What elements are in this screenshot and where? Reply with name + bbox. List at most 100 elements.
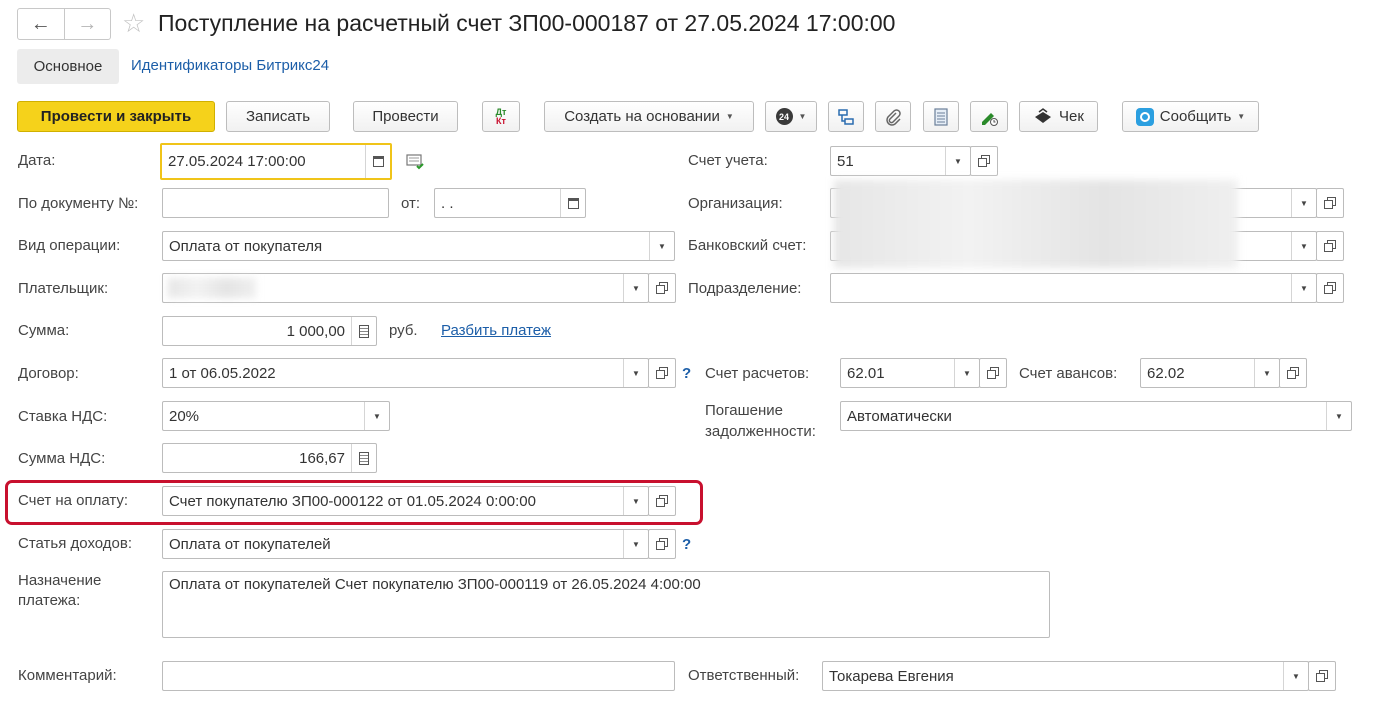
badge-24-button[interactable]: 24 ▼ — [765, 101, 817, 132]
calculator-icon[interactable] — [351, 317, 376, 345]
operation-type-select[interactable]: Оплата от покупателя ▼ — [162, 231, 675, 261]
structure-button[interactable] — [828, 101, 864, 132]
chevron-down-icon[interactable]: ▼ — [623, 359, 648, 387]
division-select[interactable]: ▼ — [830, 273, 1317, 303]
star-icon[interactable]: ☆ — [122, 8, 145, 38]
bank-account-open-button[interactable] — [1316, 231, 1344, 261]
advance-account-open-button[interactable] — [1279, 358, 1307, 388]
settlement-account-value: 62.01 — [847, 364, 885, 382]
post-button[interactable]: Провести — [353, 101, 458, 132]
income-item-help-icon[interactable]: ? — [682, 536, 691, 553]
nav-buttons: ← → — [17, 8, 111, 40]
arrow-left-icon[interactable]: ← — [18, 9, 64, 39]
settlement-account-select[interactable]: 62.01 ▼ — [840, 358, 980, 388]
payer-label: Плательщик: — [18, 280, 109, 297]
calculator-icon[interactable] — [351, 444, 376, 472]
advance-account-value: 62.02 — [1147, 364, 1185, 382]
debt-repayment-label-line2: задолженности: — [705, 423, 816, 440]
responsible-open-button[interactable] — [1308, 661, 1336, 691]
organization-label: Организация: — [688, 195, 783, 212]
invoice-label: Счет на оплату: — [18, 492, 129, 509]
invoice-value: Счет покупателю ЗП00-000122 от 01.05.202… — [169, 492, 536, 510]
open-icon — [987, 367, 999, 379]
payment-purpose-textarea[interactable]: Оплата от покупателей Счет покупателю ЗП… — [162, 571, 1050, 638]
chevron-down-icon[interactable]: ▼ — [954, 359, 979, 387]
division-open-button[interactable] — [1316, 273, 1344, 303]
contract-select[interactable]: 1 от 06.05.2022 ▼ — [162, 358, 649, 388]
advance-account-select[interactable]: 62.02 ▼ — [1140, 358, 1280, 388]
badge-24-icon: 24 — [775, 108, 793, 125]
arrow-right-icon[interactable]: → — [63, 9, 111, 39]
organization-open-button[interactable] — [1316, 188, 1344, 218]
chevron-down-icon[interactable]: ▼ — [1283, 662, 1308, 690]
calendar-icon[interactable] — [365, 145, 390, 178]
open-icon — [978, 155, 990, 167]
account-open-button[interactable] — [970, 146, 998, 176]
vat-rate-select[interactable]: 20% ▼ — [162, 401, 390, 431]
chevron-down-icon[interactable]: ▼ — [1254, 359, 1279, 387]
chevron-down-icon[interactable]: ▼ — [1291, 189, 1316, 217]
vat-amount-label: Сумма НДС: — [18, 450, 106, 467]
chevron-down-icon[interactable]: ▼ — [945, 147, 970, 175]
comment-input[interactable] — [162, 661, 675, 691]
debt-repayment-select[interactable]: Автоматически ▼ — [840, 401, 1352, 431]
post-and-close-button[interactable]: Провести и закрыть — [17, 101, 215, 132]
split-payment-link[interactable]: Разбить платеж — [441, 322, 551, 339]
chevron-down-icon[interactable]: ▼ — [1326, 402, 1351, 430]
edit-history-button[interactable] — [970, 101, 1008, 132]
contract-label: Договор: — [18, 365, 79, 382]
debt-repayment-value: Автоматически — [847, 407, 952, 425]
chevron-down-icon[interactable]: ▼ — [623, 274, 648, 302]
vat-amount-input[interactable]: 166,67 — [162, 443, 377, 473]
tab-main[interactable]: Основное — [17, 49, 119, 84]
responsible-label: Ответственный: — [688, 667, 800, 684]
chevron-down-icon[interactable]: ▼ — [1291, 274, 1316, 302]
chevron-down-icon[interactable]: ▼ — [623, 487, 648, 515]
chevron-down-icon[interactable]: ▼ — [364, 402, 389, 430]
save-button[interactable]: Записать — [226, 101, 330, 132]
operation-type-value: Оплата от покупателя — [169, 237, 323, 255]
redacted-organization-bank — [834, 180, 1238, 268]
income-item-value: Оплата от покупателей — [169, 535, 331, 553]
contract-help-icon[interactable]: ? — [682, 365, 691, 382]
income-item-select[interactable]: Оплата от покупателей ▼ — [162, 529, 649, 559]
contract-open-button[interactable] — [648, 358, 676, 388]
open-icon — [656, 367, 668, 379]
income-item-open-button[interactable] — [648, 529, 676, 559]
dt-kt-button[interactable]: Дт Кт — [482, 101, 520, 132]
chevron-down-icon[interactable]: ▼ — [649, 232, 674, 260]
attach-button[interactable] — [875, 101, 911, 132]
doc-date-field[interactable]: . . — [434, 188, 586, 218]
settlement-account-label: Счет расчетов: — [705, 365, 810, 382]
chevron-down-icon[interactable]: ▼ — [1291, 232, 1316, 260]
receipt-button[interactable]: Чек — [1019, 101, 1098, 132]
create-based-on-button[interactable]: Создать на основании ▼ — [544, 101, 754, 132]
history-note-icon[interactable] — [406, 153, 426, 175]
currency-label: руб. — [389, 322, 418, 339]
chevron-down-icon[interactable]: ▼ — [623, 530, 648, 558]
redacted-payer — [168, 278, 256, 298]
amount-label: Сумма: — [18, 322, 70, 339]
amount-input[interactable]: 1 000,00 — [162, 316, 377, 346]
tab-bitrix-ids[interactable]: Идентификаторы Битрикс24 — [131, 57, 329, 74]
invoice-open-button[interactable] — [648, 486, 676, 516]
calendar-icon[interactable] — [560, 189, 585, 217]
settlement-account-open-button[interactable] — [979, 358, 1007, 388]
payer-open-button[interactable] — [648, 273, 676, 303]
account-select[interactable]: 51 ▼ — [830, 146, 971, 176]
register-button[interactable] — [923, 101, 959, 132]
date-field[interactable]: 27.05.2024 17:00:00 — [160, 143, 392, 180]
notify-label: Сообщить — [1159, 108, 1232, 125]
from-label: от: — [401, 195, 421, 212]
paperclip-icon — [886, 108, 901, 126]
operation-type-label: Вид операции: — [18, 237, 121, 254]
vat-amount-value: 166,67 — [299, 449, 345, 467]
document-list-icon — [934, 107, 948, 126]
structure-icon — [838, 108, 854, 125]
doc-number-input[interactable] — [162, 188, 389, 218]
invoice-select[interactable]: Счет покупателю ЗП00-000122 от 01.05.202… — [162, 486, 649, 516]
open-icon — [1324, 282, 1336, 294]
vat-rate-value: 20% — [169, 407, 200, 425]
responsible-select[interactable]: Токарева Евгения ▼ — [822, 661, 1309, 691]
notify-button[interactable]: Сообщить ▼ — [1122, 101, 1259, 132]
